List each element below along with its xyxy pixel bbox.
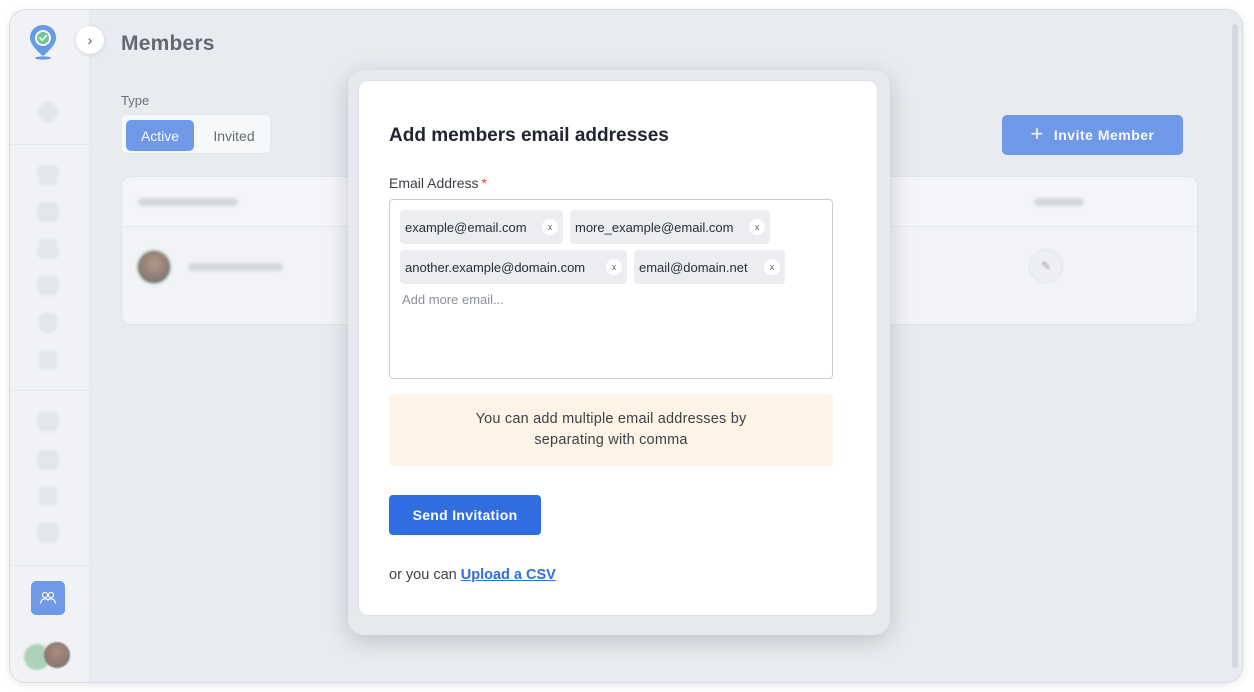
sidebar-toggle-button[interactable]: › [76, 26, 104, 54]
email-chip: more_example@email.com x [570, 210, 770, 244]
modal-title: Add members email addresses [389, 125, 669, 146]
email-chip: example@email.com x [400, 210, 563, 244]
remove-email-button[interactable]: x [606, 259, 622, 275]
email-chip: email@domain.net x [634, 250, 785, 284]
add-email-input[interactable] [402, 292, 702, 307]
upload-csv-line: or you can Upload a CSV [389, 567, 556, 583]
scrollbar[interactable] [1232, 24, 1238, 668]
multiple-emails-hint: You can add multiple email addresses by … [389, 394, 833, 466]
add-members-modal: Add members email addresses Email Addres… [348, 70, 890, 635]
app-window: › Members Type Active Invited + Invite M… [10, 10, 1242, 682]
chevron-right-icon: › [87, 32, 93, 48]
email-address-label-text: Email Address [389, 175, 479, 191]
email-tags-input[interactable]: example@email.com x more_example@email.c… [389, 199, 833, 379]
upload-csv-link[interactable]: Upload a CSV [461, 567, 556, 583]
email-chip-text: email@domain.net [639, 259, 748, 275]
remove-email-button[interactable]: x [542, 219, 558, 235]
email-chip-text: more_example@email.com [575, 219, 734, 235]
email-chip-text: example@email.com [405, 219, 527, 235]
required-mark: * [481, 175, 487, 191]
email-chip: another.example@domain.com x [400, 250, 627, 284]
upload-csv-prefix: or you can [389, 567, 457, 583]
remove-email-button[interactable]: x [764, 259, 780, 275]
email-address-label: Email Address * [389, 175, 487, 191]
email-chip-text: another.example@domain.com [405, 259, 586, 275]
remove-email-button[interactable]: x [749, 219, 765, 235]
modal-body: Add members email addresses Email Addres… [358, 80, 878, 616]
send-invitation-button[interactable]: Send Invitation [389, 495, 541, 535]
